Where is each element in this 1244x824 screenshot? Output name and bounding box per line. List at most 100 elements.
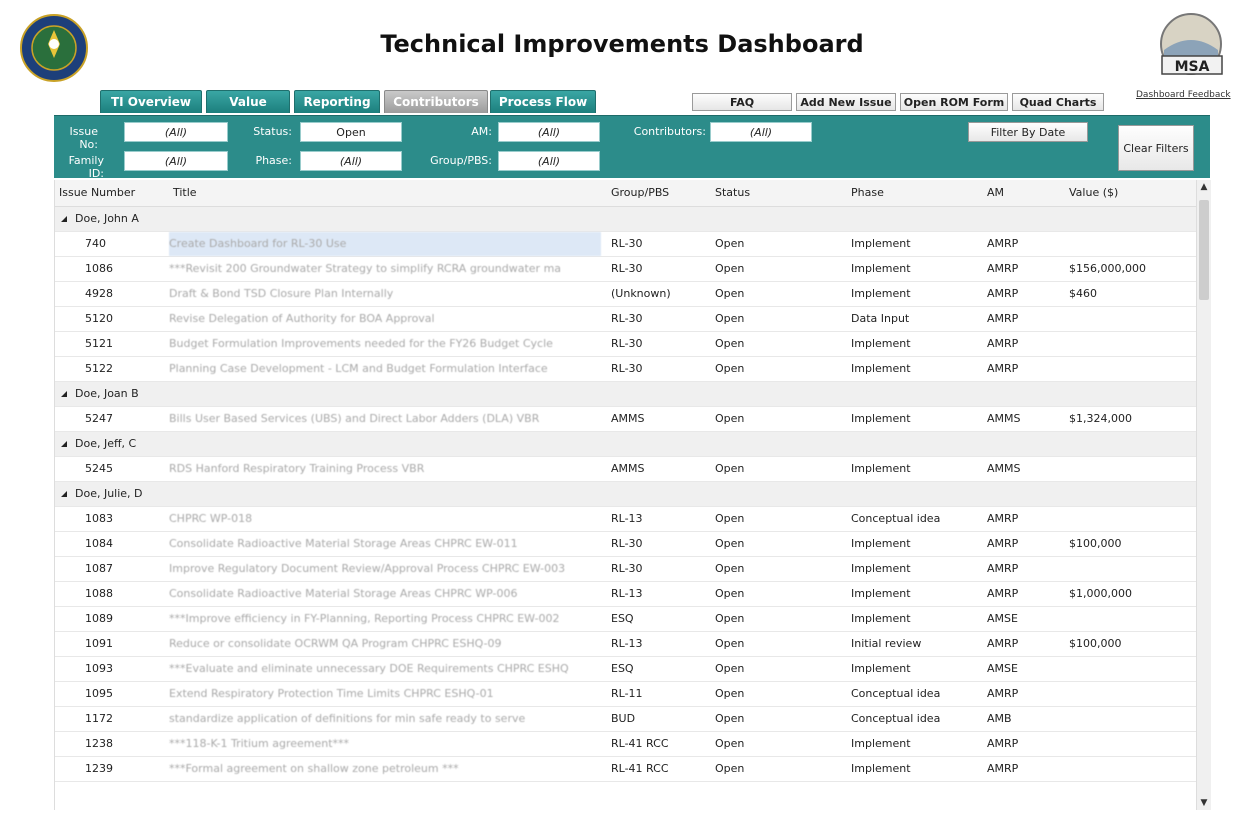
table-row[interactable]: 4928 Draft & Bond TSD Closure Plan Intern… xyxy=(55,282,1197,307)
table-row[interactable]: 5122 Planning Case Development - LCM and … xyxy=(55,357,1197,382)
filter-bar: Issue No: (All) Status: Open AM: (All) C… xyxy=(54,115,1210,180)
cell-id: 1172 xyxy=(85,712,113,725)
cell-phase: Implement xyxy=(851,762,911,775)
group-row[interactable]: ◢ Doe, Julie, D xyxy=(55,482,1197,507)
cell-title: Revise Delegation of Authority for BOA A… xyxy=(169,312,435,325)
cell-status: Open xyxy=(715,762,745,775)
table-row[interactable]: 1239 ***Formal agreement on shallow zone … xyxy=(55,757,1197,782)
contributors-filter[interactable]: (All) xyxy=(710,122,812,142)
cell-pbs: RL-30 xyxy=(611,237,643,250)
tab-contributors[interactable]: Contributors xyxy=(384,90,488,113)
cell-pbs: RL-30 xyxy=(611,562,643,575)
cell-pbs: ESQ xyxy=(611,662,634,675)
open-rom-form-button[interactable]: Open ROM Form xyxy=(900,93,1008,111)
table-row[interactable]: 5245 RDS Hanford Respiratory Training Pro… xyxy=(55,457,1197,482)
table-row[interactable]: 1238 ***118-K-1 Tritium agreement*** RL-41… xyxy=(55,732,1197,757)
tab-process-flow[interactable]: Process Flow xyxy=(490,90,596,113)
table-row[interactable]: 5121 Budget Formulation Improvements need… xyxy=(55,332,1197,357)
am-filter[interactable]: (All) xyxy=(498,122,600,142)
phase-label: Phase: xyxy=(255,154,292,167)
cell-pbs: RL-13 xyxy=(611,587,643,600)
table-row[interactable]: 5247 Bills User Based Services (UBS) and … xyxy=(55,407,1197,432)
cell-phase: Implement xyxy=(851,537,911,550)
tab-reporting[interactable]: Reporting xyxy=(294,90,380,113)
cell-pbs: BUD xyxy=(611,712,636,725)
page-title: Technical Improvements Dashboard xyxy=(380,30,864,58)
table-row[interactable]: 740 Create Dashboard for RL-30 Use RL-30 Op… xyxy=(55,232,1197,257)
cell-value: $100,000 xyxy=(1069,637,1122,650)
col-group-pbs[interactable]: Group/PBS xyxy=(607,180,669,206)
vertical-scrollbar[interactable]: ▲ ▼ xyxy=(1196,180,1211,810)
phase-filter[interactable]: (All) xyxy=(300,151,402,171)
group-name: Doe, Julie, D xyxy=(75,487,143,500)
cell-status: Open xyxy=(715,312,745,325)
expand-collapse-icon[interactable]: ◢ xyxy=(61,432,67,456)
table-row[interactable]: 1093 ***Evaluate and eliminate unnecessar… xyxy=(55,657,1197,682)
cell-phase: Implement xyxy=(851,362,911,375)
expand-collapse-icon[interactable]: ◢ xyxy=(61,207,67,231)
cell-status: Open xyxy=(715,612,745,625)
expand-collapse-icon[interactable]: ◢ xyxy=(61,482,67,506)
group-pbs-label: Group/PBS: xyxy=(430,154,492,167)
table-row[interactable]: 1084 Consolidate Radioactive Material Sto… xyxy=(55,532,1197,557)
table-row[interactable]: 1089 ***Improve efficiency in FY-Planning… xyxy=(55,607,1197,632)
dashboard-feedback-link[interactable]: Dashboard Feedback xyxy=(1136,90,1231,100)
col-phase[interactable]: Phase xyxy=(847,180,884,206)
cell-phase: Conceptual idea xyxy=(851,712,941,725)
table-row[interactable]: 1095 Extend Respiratory Protection Time L… xyxy=(55,682,1197,707)
cell-phase: Implement xyxy=(851,337,911,350)
scroll-up-icon[interactable]: ▲ xyxy=(1197,180,1211,194)
cell-status: Open xyxy=(715,712,745,725)
cell-title: Consolidate Radioactive Material Storage… xyxy=(169,537,518,550)
cell-am: AMRP xyxy=(987,362,1019,375)
cell-am: AMRP xyxy=(987,312,1019,325)
family-id-filter[interactable]: (All) xyxy=(124,151,228,171)
cell-title: Bills User Based Services (UBS) and Dire… xyxy=(169,412,540,425)
table-row[interactable]: 1087 Improve Regulatory Document Review/A… xyxy=(55,557,1197,582)
tab-ti-overview[interactable]: TI Overview xyxy=(100,90,202,113)
cell-am: AMB xyxy=(987,712,1012,725)
cell-value: $1,324,000 xyxy=(1069,412,1132,425)
col-value[interactable]: Value ($) xyxy=(1065,180,1118,206)
scroll-down-icon[interactable]: ▼ xyxy=(1197,796,1211,810)
cell-id: 1089 xyxy=(85,612,113,625)
col-status[interactable]: Status xyxy=(711,180,750,206)
cell-pbs: RL-30 xyxy=(611,312,643,325)
table-row[interactable]: 1091 Reduce or consolidate OCRWM QA Progr… xyxy=(55,632,1197,657)
group-row[interactable]: ◢ Doe, John A xyxy=(55,207,1197,232)
cell-id: 4928 xyxy=(85,287,113,300)
cell-title: Create Dashboard for RL-30 Use xyxy=(169,232,601,256)
cell-id: 740 xyxy=(85,237,106,250)
cell-id: 1086 xyxy=(85,262,113,275)
cell-am: AMRP xyxy=(987,237,1019,250)
cell-title: ***Formal agreement on shallow zone petr… xyxy=(169,762,459,775)
quad-charts-button[interactable]: Quad Charts xyxy=(1012,93,1104,111)
msa-logo-icon: MSA xyxy=(1160,13,1223,75)
group-row[interactable]: ◢ Doe, Jeff, C xyxy=(55,432,1197,457)
clear-filters-button[interactable]: Clear Filters xyxy=(1118,125,1194,171)
col-issue-number[interactable]: Issue Number xyxy=(55,180,135,206)
table-row[interactable]: 1088 Consolidate Radioactive Material Sto… xyxy=(55,582,1197,607)
col-title[interactable]: Title xyxy=(169,180,197,206)
scroll-thumb[interactable] xyxy=(1199,200,1209,300)
group-name: Doe, John A xyxy=(75,212,139,225)
table-row[interactable]: 1086 ***Revisit 200 Groundwater Strategy … xyxy=(55,257,1197,282)
table-row[interactable]: 1083 CHPRC WP-018 RL-13 Open Conceptual idea… xyxy=(55,507,1197,532)
tab-value[interactable]: Value xyxy=(206,90,290,113)
filter-by-date-button[interactable]: Filter By Date xyxy=(968,122,1088,142)
table-row[interactable]: 1172 standardize application of definitio… xyxy=(55,707,1197,732)
msa-logo-text: MSA xyxy=(1175,59,1210,75)
group-row[interactable]: ◢ Doe, Joan B xyxy=(55,382,1197,407)
add-new-issue-button[interactable]: Add New Issue xyxy=(796,93,896,111)
table-row[interactable]: 5120 Revise Delegation of Authority for B… xyxy=(55,307,1197,332)
cell-am: AMRP xyxy=(987,537,1019,550)
cell-title: Reduce or consolidate OCRWM QA Program C… xyxy=(169,637,502,650)
status-filter[interactable]: Open xyxy=(300,122,402,142)
col-am[interactable]: AM xyxy=(983,180,1004,206)
expand-collapse-icon[interactable]: ◢ xyxy=(61,382,67,406)
faq-button[interactable]: FAQ xyxy=(692,93,792,111)
contributors-label: Contributors: xyxy=(633,125,706,138)
issue-no-filter[interactable]: (All) xyxy=(124,122,228,142)
cell-id: 1239 xyxy=(85,762,113,775)
group-pbs-filter[interactable]: (All) xyxy=(498,151,600,171)
